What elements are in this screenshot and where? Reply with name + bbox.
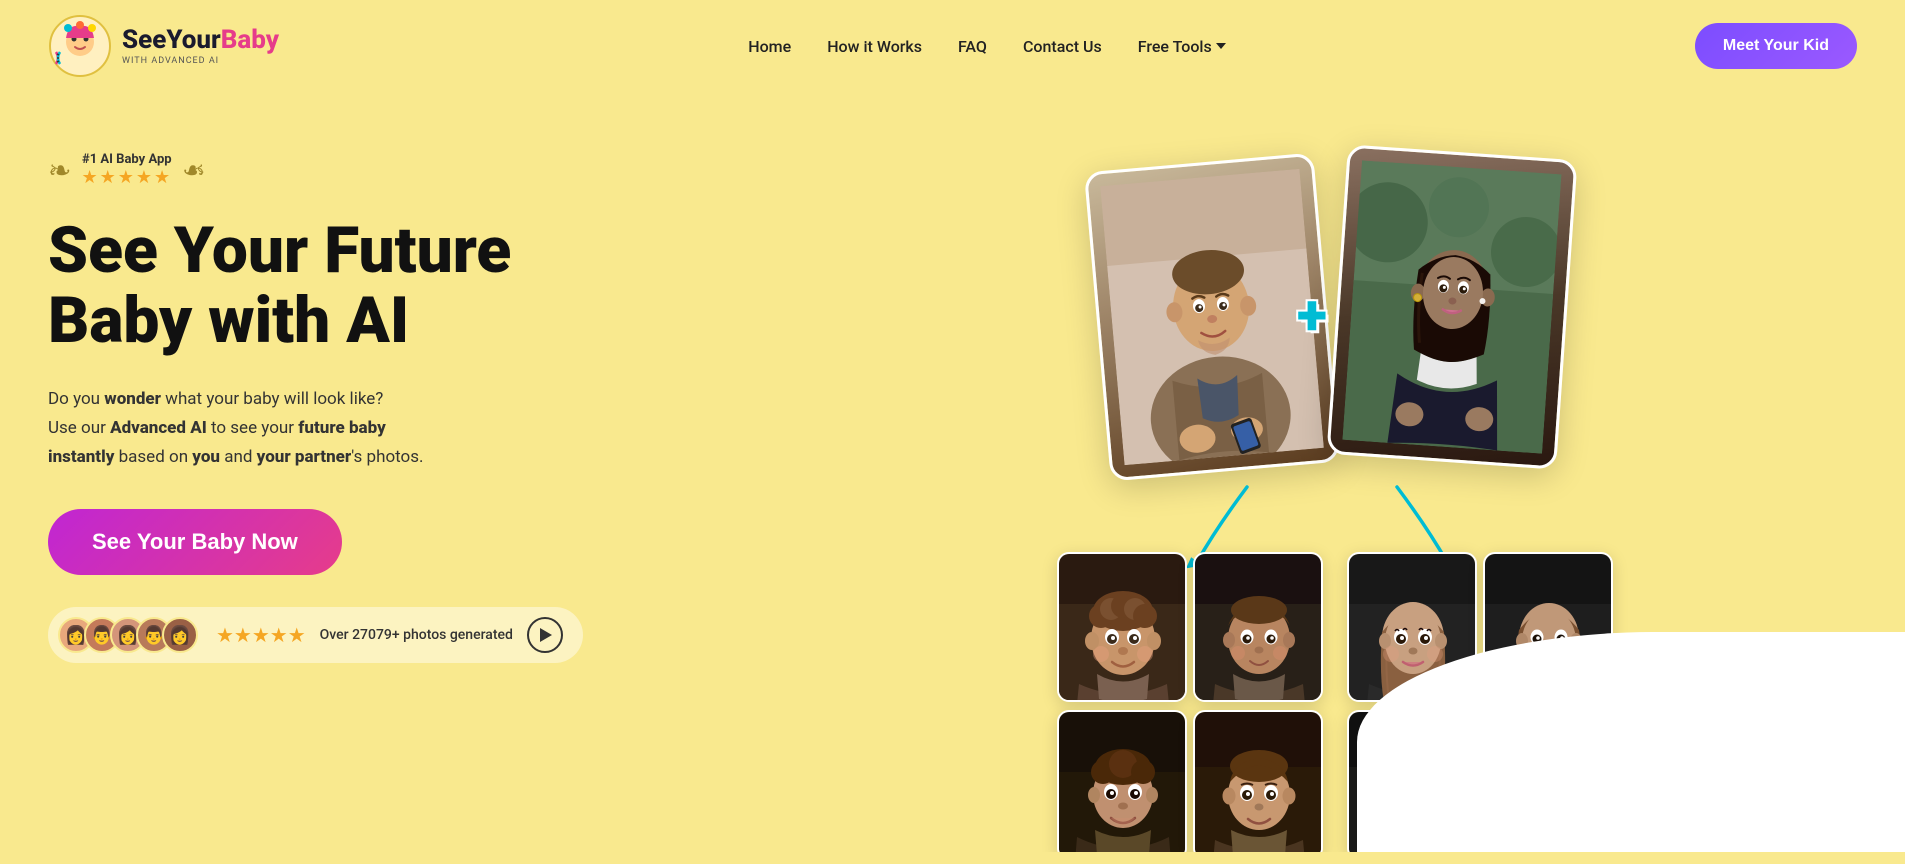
play-icon [540, 628, 552, 642]
award-badge: ❧ #1 AI Baby App ★★★★★ ❧ [48, 152, 608, 188]
logo-text: SeeYourBaby WITH ADVANCED AI [122, 26, 279, 67]
nav-link-how-it-works[interactable]: How it Works [827, 37, 922, 56]
baby-photo-3 [1057, 710, 1187, 852]
baby-photo-4 [1193, 710, 1323, 852]
parent-female-card [1326, 144, 1577, 469]
navbar: SeeYourBaby WITH ADVANCED AI Home How it… [0, 0, 1905, 92]
play-button[interactable] [527, 617, 563, 653]
meet-your-kid-button[interactable]: Meet Your Kid [1695, 23, 1857, 69]
logo-subtitle: WITH ADVANCED AI [122, 56, 279, 66]
award-label: #1 AI Baby App [82, 152, 172, 167]
logo-title: SeeYourBaby [122, 26, 279, 55]
baby-photo-2 [1193, 552, 1323, 702]
avatar: 👩 [162, 617, 198, 653]
hero-left: ❧ #1 AI Baby App ★★★★★ ❧ See Your Future… [48, 132, 608, 663]
logo-icon [48, 14, 112, 78]
nav-links: Home How it Works FAQ Contact Us Free To… [748, 37, 1225, 56]
nav-link-faq[interactable]: FAQ [958, 37, 987, 56]
hero-heading-line2: Baby with AI [48, 283, 409, 358]
nav-item-free-tools[interactable]: Free Tools [1138, 37, 1226, 56]
award-text: #1 AI Baby App ★★★★★ [81, 152, 172, 188]
see-your-baby-button[interactable]: See Your Baby Now [48, 509, 342, 575]
desc-part6: based on [114, 447, 192, 467]
desc-you: you [192, 447, 220, 467]
logo-your: Your [166, 25, 220, 55]
nav-link-free-tools[interactable]: Free Tools [1138, 37, 1212, 56]
desc-part7: and [220, 447, 257, 467]
white-curve-decoration [1357, 632, 1905, 852]
plus-sign: + [1297, 287, 1327, 343]
proof-stars: ★★★★★ [216, 623, 306, 647]
award-stars: ★★★★★ [81, 167, 172, 188]
desc-wonder: wonder [104, 389, 161, 409]
nav-item-contact[interactable]: Contact Us [1023, 37, 1102, 56]
desc-part2: what your baby will look like? [161, 389, 383, 409]
nav-item-home[interactable]: Home [748, 37, 791, 56]
hero-heading: See Your Future Baby with AI [48, 216, 608, 357]
social-proof: 👩 👨 👩 👨 👩 ★★★★★ Over 27079+ photos gener… [48, 607, 583, 663]
hero-section: ❧ #1 AI Baby App ★★★★★ ❧ See Your Future… [0, 92, 1905, 852]
laurel-left-icon: ❧ [48, 154, 71, 187]
laurel-right-icon: ❧ [182, 154, 205, 187]
logo-see: See [122, 25, 166, 55]
nav-item-how-it-works[interactable]: How it Works [827, 37, 922, 56]
proof-text: Over 27079+ photos generated [320, 627, 513, 643]
nav-link-home[interactable]: Home [748, 37, 791, 56]
desc-part4: to see your [207, 418, 299, 438]
desc-advanced-ai: Advanced AI [110, 418, 207, 438]
female-parent-image [1330, 148, 1575, 467]
baby-grid-left [1057, 552, 1321, 852]
desc-your-partner: your partner [257, 447, 352, 467]
chevron-down-icon [1216, 43, 1226, 49]
desc-part3: Use our [48, 418, 110, 438]
desc-part1: Do you [48, 389, 104, 409]
nav-link-contact[interactable]: Contact Us [1023, 37, 1102, 56]
logo-baby: Baby [221, 25, 279, 55]
nav-item-faq[interactable]: FAQ [958, 37, 987, 56]
hero-description: Do you wonder what your baby will look l… [48, 385, 608, 472]
baby-photo-1 [1057, 552, 1187, 702]
hero-heading-line1: See Your Future [48, 213, 511, 288]
desc-future-baby: future baby [298, 418, 385, 438]
logo[interactable]: SeeYourBaby WITH ADVANCED AI [48, 14, 279, 78]
desc-instantly: instantly [48, 447, 114, 467]
avatar-group: 👩 👨 👩 👨 👩 [58, 617, 188, 653]
hero-right: + [1037, 132, 1857, 852]
desc-part8: 's photos. [351, 447, 423, 467]
